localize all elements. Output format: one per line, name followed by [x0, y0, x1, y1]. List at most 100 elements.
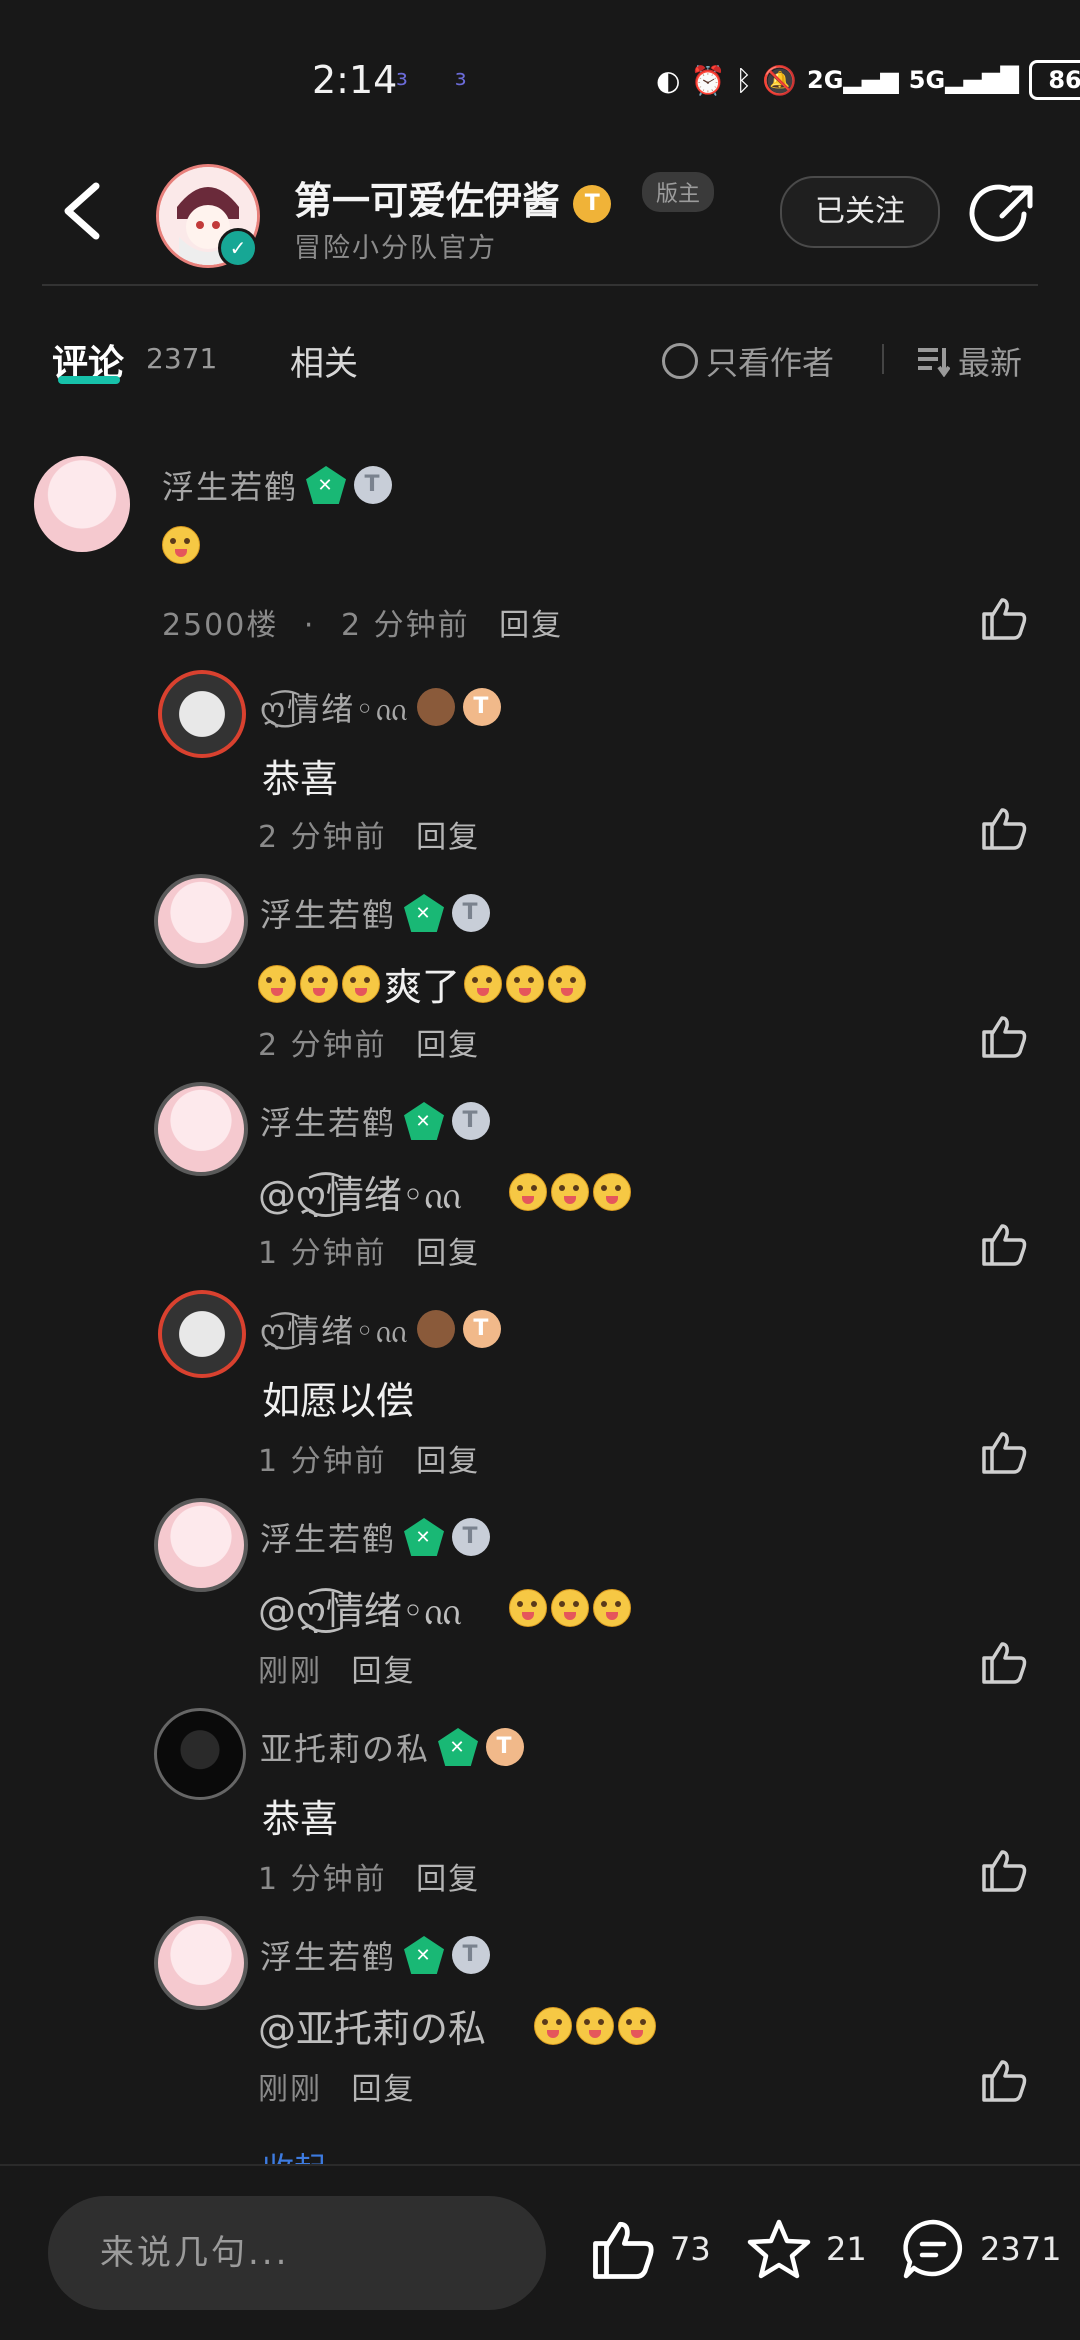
reply-content: 恭喜 [262, 1788, 338, 1843]
bottom-divider [0, 2164, 1080, 2166]
avatar[interactable] [158, 1290, 246, 1378]
emoji-icon [592, 1173, 631, 1211]
author-name[interactable]: 第一可爱佐伊酱 T [294, 170, 612, 225]
emoji-icon [506, 964, 545, 1003]
tab-active-indicator [58, 376, 120, 384]
reply-meta: 1 分钟前 回复 [258, 1436, 480, 1480]
sort-label: 最新 [958, 344, 1023, 382]
emoji-icon [618, 2006, 657, 2045]
sort-newest-button[interactable]: 最新 [916, 338, 1022, 384]
mention-link[interactable]: @ღ͜͡情绪◦ᦶ [258, 1164, 461, 1220]
like-icon[interactable] [980, 1640, 1028, 1684]
avatar[interactable] [154, 874, 248, 968]
avatar-badge-icon [416, 1310, 455, 1348]
reply-button[interactable]: 回复 [416, 1444, 480, 1479]
header-divider [42, 284, 1038, 286]
game-badge-icon: ✕ [404, 1936, 445, 1974]
level-badge-icon: T [486, 1728, 525, 1766]
avatar[interactable] [158, 670, 246, 758]
emoji-icon [548, 964, 587, 1003]
emoji-icon [508, 1589, 547, 1627]
emoji-icon [162, 526, 200, 564]
level-badge-icon: T [452, 1518, 491, 1556]
reply-author[interactable]: 亚托莉の私 ✕ T [260, 1724, 525, 1770]
reply-author[interactable]: 浮生若鹤 ✕ T [260, 890, 491, 936]
comments-button[interactable]: 2371 [900, 2218, 1061, 2280]
like-icon[interactable] [980, 596, 1028, 640]
signal-2g-icon: 2G▂▄▆ [807, 66, 899, 94]
reply-button[interactable]: 回复 [416, 1862, 480, 1897]
only-author-label: 只看作者 [706, 344, 835, 382]
notification-icons: ɜ ɜ [396, 66, 487, 91]
only-author-toggle[interactable]: 只看作者 [662, 338, 834, 384]
mention-link[interactable]: @ღ͜͡情绪◦ᦶ [258, 1580, 461, 1636]
reply-button[interactable]: 回复 [352, 2072, 416, 2107]
like-icon[interactable] [980, 2058, 1028, 2102]
floor-number: 2500楼 [162, 608, 279, 643]
game-badge-icon: ✕ [306, 466, 347, 504]
avatar[interactable] [154, 1082, 248, 1176]
avatar[interactable] [154, 1498, 248, 1592]
avatar[interactable] [34, 456, 130, 552]
comment-content [162, 526, 200, 568]
status-time: 2:14 [312, 58, 398, 102]
emoji-icon [464, 964, 503, 1003]
comment-input[interactable]: 来说几句... [48, 2196, 546, 2310]
reply-button[interactable]: 回复 [416, 1028, 480, 1063]
reply-meta: 1 分钟前 回复 [258, 1854, 480, 1898]
reply-button[interactable]: 回复 [352, 1654, 416, 1689]
back-arrow-icon[interactable] [58, 180, 106, 242]
like-icon[interactable] [980, 1222, 1028, 1266]
comment-count: 2371 [980, 2230, 1062, 2268]
bluetooth-icon: ᛒ [735, 63, 753, 97]
like-icon[interactable] [980, 1014, 1028, 1058]
reply-author[interactable]: ღ͜͡情绪◦ᦶ T [260, 684, 501, 730]
avatar[interactable] [154, 1708, 246, 1800]
star-icon [747, 2219, 811, 2279]
moderator-badge: 版主 [642, 172, 715, 212]
tab-related[interactable]: 相关 [290, 336, 358, 385]
reply-time: 1 分钟前 [258, 1444, 387, 1479]
share-icon[interactable] [968, 184, 1036, 244]
author-name: ღ͜͡情绪◦ᦶ [260, 690, 409, 728]
author-name: 亚托莉の私 [260, 1730, 431, 1768]
radio-icon [662, 343, 698, 379]
reply-button[interactable]: 回复 [416, 820, 480, 855]
reply-button[interactable]: 回复 [416, 1236, 480, 1271]
reply-author[interactable]: 浮生若鹤 ✕ T [260, 1932, 491, 1978]
emoji-icon [508, 1173, 547, 1211]
reply-author[interactable]: ღ͜͡情绪◦ᦶ T [260, 1306, 501, 1352]
reply-author[interactable]: 浮生若鹤 ✕ T [260, 1514, 491, 1560]
reply-meta: 1 分钟前 回复 [258, 1228, 480, 1272]
reply-time: 1 分钟前 [258, 1236, 387, 1271]
like-count: 73 [670, 2230, 711, 2268]
mention-link[interactable]: @亚托莉の私 [258, 1998, 486, 2053]
like-button[interactable]: 73 [590, 2218, 711, 2280]
reply-content: 如愿以偿 [262, 1370, 414, 1425]
level-badge-icon: T [573, 184, 612, 223]
reply-meta: 2 分钟前 回复 [258, 1020, 480, 1064]
reply-time: 刚刚 [258, 1654, 322, 1689]
avatar[interactable] [154, 1916, 248, 2010]
like-icon[interactable] [980, 1848, 1028, 1892]
favorite-button[interactable]: 21 [746, 2218, 867, 2280]
level-badge-icon: T [462, 1310, 501, 1348]
level-badge-icon: T [462, 688, 501, 726]
reply-author[interactable]: 浮生若鹤 ✕ T [260, 1098, 491, 1144]
verified-icon: ✓ [218, 228, 258, 268]
comment-author[interactable]: 浮生若鹤 ✕ T [162, 462, 393, 508]
reply-button[interactable]: 回复 [499, 608, 563, 643]
signal-5g-icon: 5G▂▄▆█ [908, 66, 1020, 94]
reply-time: 2 分钟前 [258, 820, 387, 855]
comment-meta: 2500楼 · 2 分钟前 回复 [162, 600, 563, 644]
emoji-icon [300, 964, 338, 1003]
reply-time: 1 分钟前 [258, 1862, 387, 1897]
reply-text: 恭喜 [262, 1797, 339, 1841]
follow-button[interactable]: 已关注 [780, 176, 940, 248]
like-icon [593, 2221, 654, 2279]
like-icon[interactable] [980, 1430, 1028, 1474]
reply-content: @ღ͜͡情绪◦ᦶ [258, 1580, 631, 1636]
hd-icon: ◐ [656, 63, 681, 97]
reply-content: 恭喜 [262, 748, 338, 803]
like-icon[interactable] [980, 806, 1028, 850]
